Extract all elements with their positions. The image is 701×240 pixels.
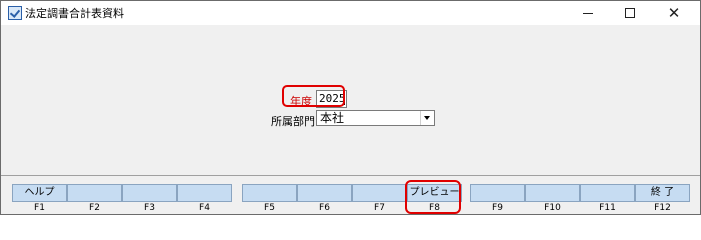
f4-button[interactable] [177, 184, 232, 202]
title-bar[interactable]: 法定調書合計表資料 ✕ [1, 1, 700, 25]
app-icon [8, 6, 22, 20]
f5-button[interactable] [242, 184, 297, 202]
window-title: 法定調書合計表資料 [25, 7, 124, 20]
preview-highlight-box [405, 180, 461, 214]
maximize-button[interactable] [609, 1, 651, 25]
department-select[interactable]: 本社 [316, 110, 435, 126]
minimize-icon [583, 13, 593, 14]
maximize-icon [625, 8, 635, 18]
f7-key-label: F7 [374, 203, 385, 213]
f7-button[interactable] [352, 184, 407, 202]
close-button[interactable]: ✕ [653, 1, 695, 25]
dropdown-arrow-icon[interactable] [420, 111, 434, 125]
f3-button[interactable] [122, 184, 177, 202]
f6-key-label: F6 [319, 203, 330, 213]
f12-key-label: F12 [654, 203, 671, 213]
f1-key-label: F1 [34, 203, 45, 213]
department-label: 所属部門 [271, 115, 315, 128]
close-icon: ✕ [667, 4, 681, 22]
f9-button[interactable] [470, 184, 525, 202]
f6-button[interactable] [297, 184, 352, 202]
minimize-button[interactable] [567, 1, 609, 25]
f11-key-label: F11 [599, 203, 616, 213]
f2-key-label: F2 [89, 203, 100, 213]
f1-button[interactable]: ヘルプ [12, 184, 67, 202]
f10-button[interactable] [525, 184, 580, 202]
application-window: 法定調書合計表資料 ✕ 年度 2025 所属部門 本社 ヘルプ プレビュー 終 … [0, 0, 701, 215]
f10-key-label: F10 [544, 203, 561, 213]
f12-exit-button[interactable]: 終 了 [635, 184, 690, 202]
function-key-bar: ヘルプ プレビュー 終 了 F1 F2 F3 F4 F5 F6 F7 F8 F9… [1, 175, 700, 214]
f11-button[interactable] [580, 184, 635, 202]
f2-button[interactable] [67, 184, 122, 202]
f3-key-label: F3 [144, 203, 155, 213]
f5-key-label: F5 [264, 203, 275, 213]
f9-key-label: F9 [492, 203, 503, 213]
f4-key-label: F4 [199, 203, 210, 213]
department-selected-value: 本社 [320, 111, 345, 125]
year-highlight-box [282, 85, 345, 107]
